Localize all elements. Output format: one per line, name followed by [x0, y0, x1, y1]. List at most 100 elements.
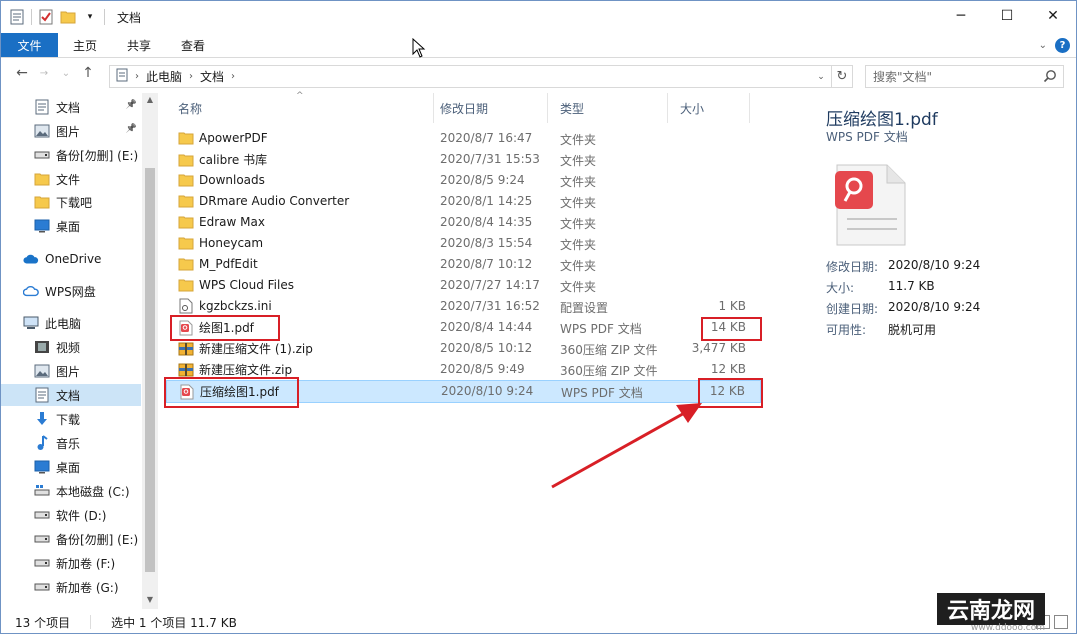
sidebar-item[interactable]: OneDrive: [1, 248, 141, 270]
file-row[interactable]: kgzbckzs.ini 2020/7/31 16:52 配置设置 1 KB: [166, 296, 761, 317]
column-header-type[interactable]: 类型: [548, 93, 668, 123]
file-name-cell: Honeycam: [178, 235, 263, 251]
file-name-cell: calibre 书库: [178, 151, 267, 168]
address-bar[interactable]: › 此电脑 › 文档 › ⌄ ↻: [109, 65, 853, 88]
file-type: 配置设置: [560, 301, 609, 315]
back-arrow-icon[interactable]: ←: [11, 65, 33, 81]
scrollbar-thumb[interactable]: [145, 168, 155, 572]
properties-icon[interactable]: [9, 9, 25, 25]
file-size: 3,477 KB: [691, 341, 746, 355]
annotation-box-compressed-name: [164, 377, 299, 408]
property-row: 创建日期: 2020/8/10 9:24: [826, 300, 981, 316]
sidebar-item[interactable]: 桌面: [1, 456, 141, 478]
up-arrow-icon[interactable]: ↑: [77, 65, 99, 81]
scroll-up-arrow-icon[interactable]: ▲: [142, 95, 158, 104]
address-dropdown-icon[interactable]: ⌄: [812, 66, 830, 87]
recent-locations-icon[interactable]: ⌄: [55, 68, 77, 79]
sidebar-item[interactable]: 软件 (D:): [1, 504, 141, 526]
file-name-cell: WPS Cloud Files: [178, 277, 294, 293]
sidebar-item[interactable]: 下载: [1, 408, 141, 430]
folder-icon: [178, 277, 194, 293]
new-folder-icon[interactable]: [60, 9, 76, 25]
search-icon[interactable]: [1043, 69, 1057, 86]
sidebar-item-label: 本地磁盘 (C:): [56, 484, 130, 499]
pin-icon[interactable]: 📌: [126, 124, 137, 134]
file-name-cell: DRmare Audio Converter: [178, 193, 349, 209]
property-row: 修改日期: 2020/8/10 9:24: [826, 258, 981, 274]
large-icons-view-icon[interactable]: [1054, 615, 1068, 629]
file-row[interactable]: DRmare Audio Converter 2020/8/1 14:25 文件夹: [166, 191, 761, 212]
file-date: 2020/8/7 16:47: [440, 131, 533, 145]
expand-ribbon-icon[interactable]: ⌄: [1039, 40, 1047, 51]
sidebar-item-label: 此电脑: [45, 316, 82, 331]
zip-file-icon: [178, 362, 194, 378]
sidebar-item[interactable]: 此电脑: [1, 312, 141, 334]
file-row[interactable]: Honeycam 2020/8/3 15:54 文件夹: [166, 233, 761, 254]
tab-share[interactable]: 共享: [112, 33, 166, 57]
column-header-name[interactable]: 名称: [166, 93, 434, 123]
status-divider: [90, 615, 92, 629]
folder-icon: [178, 152, 194, 168]
breadcrumb-documents[interactable]: 文档: [200, 68, 224, 85]
sidebar-item[interactable]: 桌面: [1, 215, 141, 237]
tab-view[interactable]: 查看: [166, 33, 220, 57]
help-icon[interactable]: ?: [1055, 37, 1070, 53]
watermark-url: www.ddooo.com: [971, 623, 1045, 633]
sidebar-item[interactable]: 下载吧: [1, 191, 141, 213]
breadcrumb-separator-icon[interactable]: ›: [189, 71, 193, 82]
document-folder-icon: [34, 99, 50, 115]
sidebar-item[interactable]: 备份[勿删] (E:): [1, 144, 141, 166]
maximize-button[interactable]: ☐: [984, 1, 1030, 31]
breadcrumb-separator-icon[interactable]: ›: [231, 71, 235, 82]
sidebar-item-label: 软件 (D:): [56, 508, 107, 523]
file-name-cell: 新建压缩文件.zip: [178, 361, 292, 378]
sidebar-item[interactable]: 新加卷 (F:): [1, 552, 141, 574]
tab-file[interactable]: 文件: [1, 33, 58, 57]
breadcrumb-separator-icon[interactable]: ›: [135, 71, 139, 82]
file-row[interactable]: 新建压缩文件 (1).zip 2020/8/5 10:12 360压缩 ZIP 文件…: [166, 338, 761, 359]
sidebar-item[interactable]: 文档 📌: [1, 96, 141, 118]
forward-arrow-icon[interactable]: →: [33, 68, 55, 79]
checkmark-icon[interactable]: [38, 9, 54, 25]
sidebar-item[interactable]: 图片: [1, 360, 141, 382]
file-row[interactable]: Downloads 2020/8/5 9:24 文件夹: [166, 170, 761, 191]
chevron-down-icon[interactable]: ▾: [82, 9, 98, 25]
property-row: 大小: 11.7 KB: [826, 279, 935, 295]
sidebar-item-label: 视频: [56, 340, 81, 355]
pin-icon[interactable]: 📌: [126, 100, 137, 110]
breadcrumb-this-pc[interactable]: 此电脑: [146, 68, 182, 85]
file-size: 1 KB: [718, 299, 746, 313]
column-header-size[interactable]: 大小: [668, 93, 750, 123]
onedrive-icon: [23, 251, 39, 267]
minimize-button[interactable]: ─: [938, 1, 984, 31]
sidebar-item[interactable]: 本地磁盘 (C:): [1, 480, 141, 502]
file-type: 文件夹: [560, 217, 597, 231]
sidebar-item[interactable]: 备份[勿删] (E:): [1, 528, 141, 550]
sidebar-item[interactable]: 文档: [1, 384, 141, 406]
drive-icon: [34, 531, 50, 547]
sidebar-item[interactable]: 新加卷 (G:): [1, 576, 141, 598]
file-type: 文件夹: [560, 196, 597, 210]
file-row[interactable]: calibre 书库 2020/7/31 15:53 文件夹: [166, 149, 761, 170]
sidebar-item-label: 文档: [56, 388, 81, 403]
file-row[interactable]: ApowerPDF 2020/8/7 16:47 文件夹: [166, 128, 761, 149]
file-row[interactable]: M_PdfEdit 2020/8/7 10:12 文件夹: [166, 254, 761, 275]
sidebar-item[interactable]: 文件: [1, 168, 141, 190]
file-row[interactable]: Edraw Max 2020/8/4 14:35 文件夹: [166, 212, 761, 233]
scroll-down-arrow-icon[interactable]: ▼: [142, 595, 158, 604]
column-header-date[interactable]: 修改日期: [428, 93, 548, 123]
drive-icon: [34, 507, 50, 523]
sidebar-item[interactable]: 视频: [1, 336, 141, 358]
sidebar-scrollbar[interactable]: ▲ ▼: [142, 93, 158, 609]
file-date: 2020/8/3 15:54: [440, 236, 533, 250]
refresh-icon[interactable]: ↻: [831, 66, 852, 87]
file-list: ^ 名称 修改日期 类型 大小 ApowerPDF 2020/8/7 16:47 文…: [166, 91, 771, 613]
sidebar-item[interactable]: WPS网盘: [1, 280, 141, 302]
status-bar: 13 个项目 选中 1 个项目 11.7 KB: [1, 611, 1076, 633]
sidebar-item[interactable]: 图片 📌: [1, 120, 141, 142]
sidebar-item[interactable]: 音乐: [1, 432, 141, 454]
close-button[interactable]: ✕: [1030, 1, 1076, 31]
search-input[interactable]: 搜索"文档": [865, 65, 1064, 88]
file-row[interactable]: WPS Cloud Files 2020/7/27 14:17 文件夹: [166, 275, 761, 296]
tab-home[interactable]: 主页: [58, 33, 112, 57]
